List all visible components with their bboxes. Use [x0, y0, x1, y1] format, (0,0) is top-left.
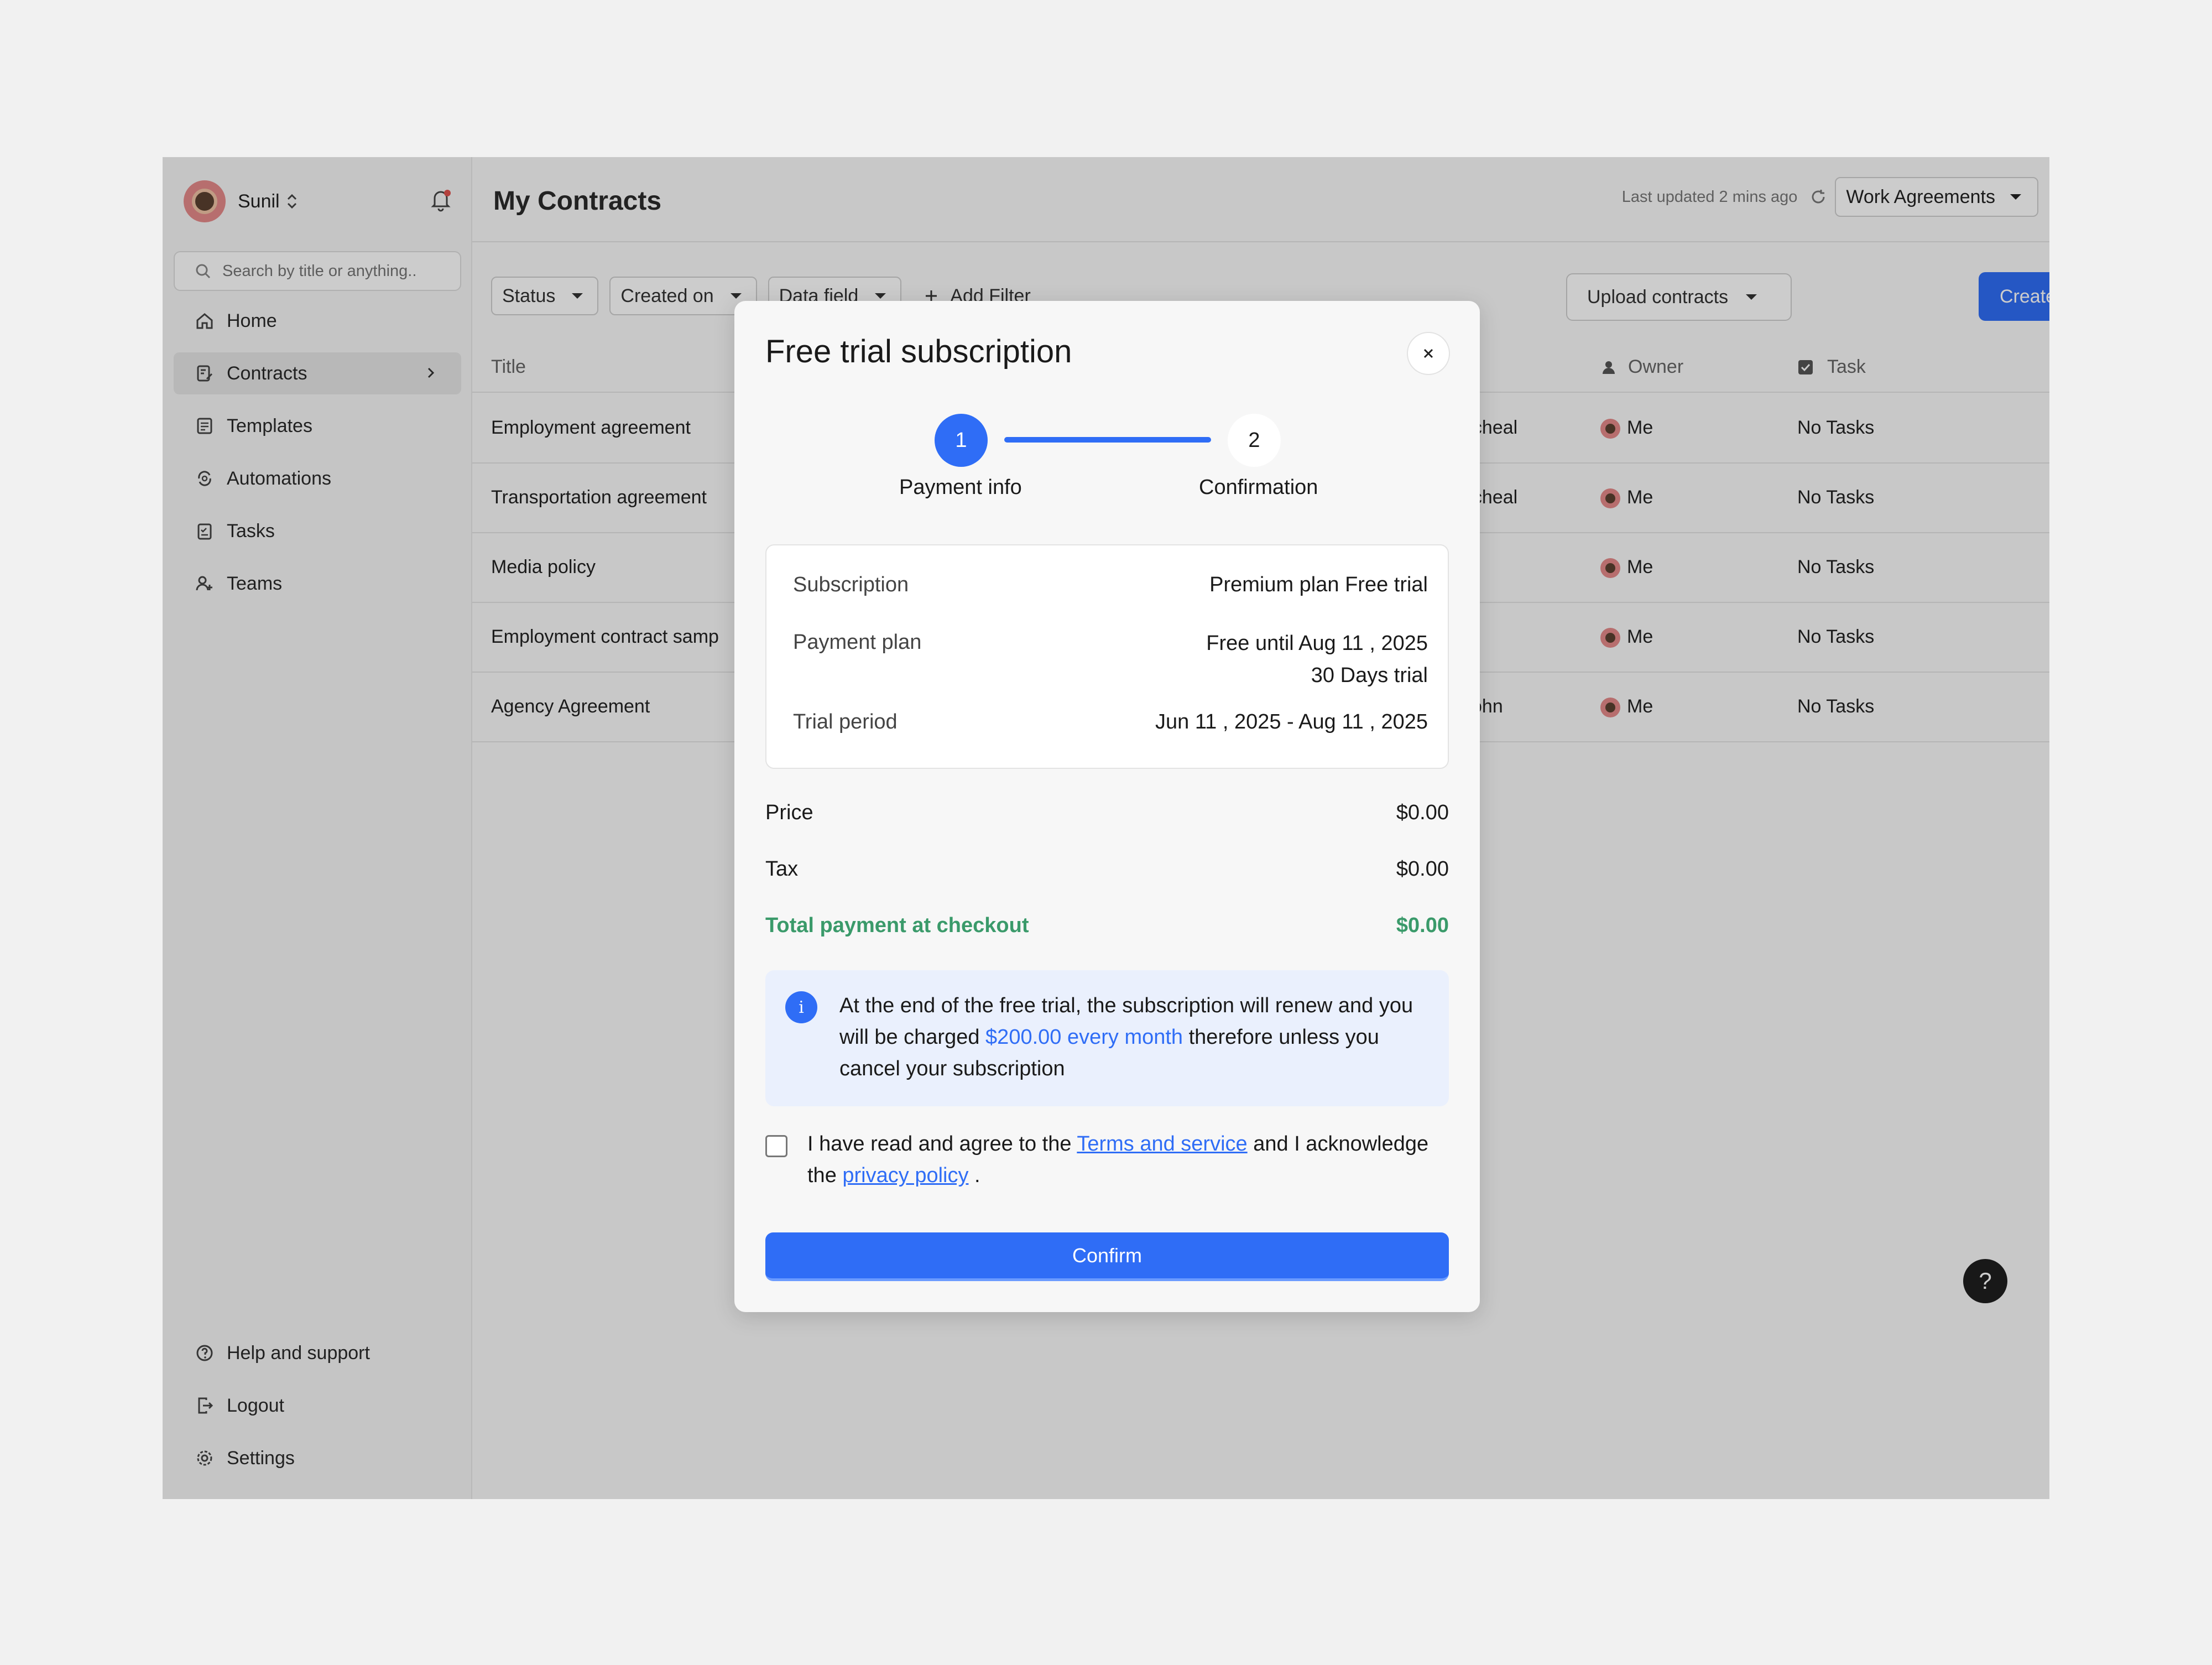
total-value: $0.00	[1396, 914, 1449, 937]
price-value: $0.00	[1396, 801, 1449, 824]
agree-checkbox[interactable]	[765, 1135, 787, 1157]
subscription-label: Subscription	[793, 573, 909, 596]
modal-title: Free trial subscription	[765, 334, 1072, 370]
free-trial-modal: Free trial subscription 1 2 Payment info…	[734, 301, 1480, 1312]
tax-value: $0.00	[1396, 857, 1449, 881]
step-1-indicator: 1	[935, 414, 988, 467]
agree-text-part: .	[968, 1164, 980, 1187]
agree-text-part: I have read and agree to the	[807, 1132, 1077, 1156]
renewal-info-box: i At the end of the free trial, the subs…	[765, 970, 1449, 1106]
step-2-indicator: 2	[1228, 414, 1281, 467]
payment-plan-value: Free until Aug 11 , 2025	[1206, 632, 1428, 655]
step-1-label: Payment info	[899, 476, 1022, 499]
trial-period-label: Trial period	[793, 710, 898, 733]
trial-period-value: Jun 11 , 2025 - Aug 11 , 2025	[1155, 710, 1428, 733]
agree-text: I have read and agree to the Terms and s…	[807, 1128, 1443, 1191]
step-2-label: Confirmation	[1199, 476, 1318, 499]
close-button[interactable]	[1407, 332, 1450, 375]
total-label: Total payment at checkout	[765, 914, 1029, 937]
step-connector	[1004, 437, 1211, 443]
subscription-value: Premium plan Free trial	[1209, 573, 1428, 596]
price-label: Price	[765, 801, 813, 824]
close-icon	[1423, 348, 1433, 358]
tax-label: Tax	[765, 857, 799, 881]
payment-plan-label: Payment plan	[793, 631, 922, 654]
renewal-info-text: At the end of the free trial, the subscr…	[839, 990, 1426, 1085]
renewal-price-highlight: $200.00 every month	[985, 1026, 1183, 1049]
confirm-button[interactable]: Confirm	[765, 1232, 1449, 1281]
privacy-policy-link[interactable]: privacy policy	[842, 1164, 968, 1187]
info-icon: i	[785, 991, 817, 1023]
subscription-summary: Subscription Premium plan Free trial Pay…	[765, 544, 1449, 769]
terms-link[interactable]: Terms and service	[1077, 1132, 1247, 1156]
payment-plan-duration: 30 Days trial	[1311, 664, 1428, 687]
